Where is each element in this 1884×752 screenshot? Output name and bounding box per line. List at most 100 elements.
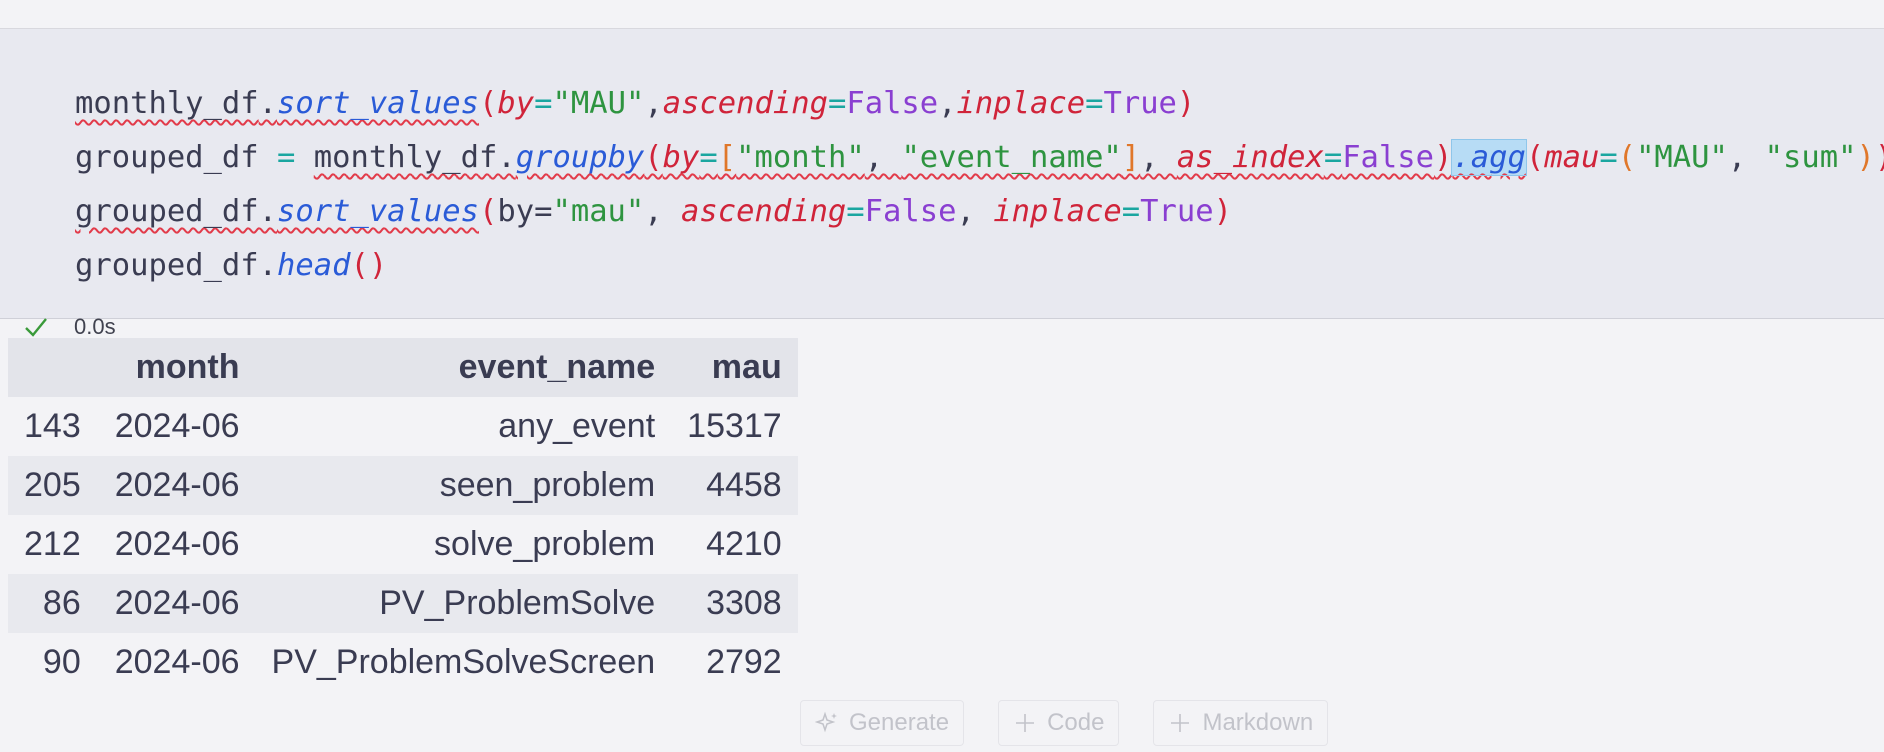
dataframe-table: month event_name mau 143 2024-06 any_eve…	[8, 338, 798, 692]
code-token: sort_values	[277, 194, 479, 229]
code-token: monthly_df	[75, 86, 259, 121]
code-token: ,	[956, 194, 994, 229]
code-token: head	[277, 248, 351, 283]
code-token: .agg	[1451, 139, 1527, 176]
code-token: .	[258, 86, 278, 121]
code-line[interactable]: monthly_df.sort_values(by="MAU",ascendin…	[75, 77, 1884, 131]
code-token: ascending	[681, 194, 847, 229]
code-token: )	[1213, 194, 1232, 229]
code-token: grouped_df.	[75, 194, 277, 229]
code-token: ]	[1121, 140, 1141, 175]
code-token: )	[1875, 140, 1884, 175]
cell-mau: 15317	[687, 407, 782, 445]
code-token: "sum"	[1764, 140, 1857, 175]
code-token: ,	[644, 86, 663, 121]
header-index	[8, 338, 99, 397]
code-token: =	[1323, 140, 1343, 175]
row-index: 86	[8, 574, 99, 633]
cell-month: 2024-06	[114, 407, 240, 445]
code-token: as_index	[1176, 140, 1324, 175]
code-token: )	[1856, 140, 1875, 175]
code-token: ,	[864, 140, 902, 175]
cell-month: 2024-06	[114, 525, 240, 563]
code-token: by	[497, 86, 535, 121]
code-token: True	[1140, 194, 1214, 229]
plus-icon	[1016, 714, 1035, 732]
code-token: groupby	[515, 140, 645, 175]
header-mau: mau	[671, 338, 798, 397]
row-index: 212	[24, 525, 81, 563]
code-line[interactable]: grouped_df = monthly_df.groupby(by=["mon…	[75, 131, 1884, 185]
code-token: (	[1617, 140, 1637, 175]
code-token: )	[1176, 86, 1196, 121]
code-token: ,	[1140, 140, 1177, 175]
code-token: False	[864, 194, 957, 229]
cell-mau: 3308	[671, 574, 798, 633]
code-token: mau	[1544, 140, 1600, 175]
table-header-row: month event_name mau	[8, 338, 798, 397]
cell-mau: 4458	[671, 456, 798, 515]
cell-month: 2024-06	[98, 574, 256, 633]
code-token: =	[1085, 86, 1104, 121]
code-token: =	[534, 86, 553, 121]
code-token: [	[717, 140, 737, 175]
markdown-label: Markdown	[1202, 709, 1314, 736]
check-icon	[25, 318, 47, 337]
cell-mau: 4210	[706, 525, 782, 563]
header-month: month	[98, 338, 256, 397]
code-token: =	[277, 140, 296, 175]
code-token: ,	[1727, 140, 1765, 175]
code-token: grouped_df.	[75, 248, 277, 283]
code-token: monthly_df.	[313, 140, 516, 175]
code-token: =	[699, 140, 718, 175]
code-token: inplace	[956, 86, 1086, 121]
table-row: 205 2024-06 seen_problem 4458	[8, 456, 798, 515]
code-token: )	[1434, 140, 1453, 175]
code-line[interactable]: grouped_df.head()	[75, 239, 1884, 293]
code-token: "MAU"	[1636, 140, 1728, 175]
add-code-button[interactable]: Code	[998, 700, 1120, 746]
cell-output: month event_name mau 143 2024-06 any_eve…	[8, 338, 798, 692]
code-token: "MAU"	[552, 86, 645, 121]
code-token: "month"	[736, 140, 865, 175]
cell-event-name: PV_ProblemSolveScreen	[271, 643, 656, 681]
generate-label: Generate	[849, 709, 950, 736]
code-token: (	[1525, 140, 1545, 175]
code-token: =	[1121, 194, 1141, 229]
generate-button[interactable]: Generate	[800, 700, 965, 746]
row-index: 205	[8, 456, 99, 515]
table-row: 143 2024-06 any_event 15317	[8, 397, 798, 456]
code-token: "mau"	[552, 194, 645, 229]
code-token: =	[827, 86, 847, 121]
cell-event-name: any_event	[498, 407, 656, 445]
cell-month: 2024-06	[114, 643, 240, 681]
code-editor[interactable]: monthly_df.sort_values(by="MAU",ascendin…	[75, 77, 1884, 293]
code-token: =	[846, 194, 865, 229]
row-index: 143	[24, 407, 81, 445]
cell-month: 2024-06	[98, 456, 256, 515]
code-token: ,	[938, 86, 957, 121]
cell-insert-toolbar: Generate Code Markdown	[800, 700, 1329, 746]
code-token: inplace	[993, 194, 1122, 229]
code-token: ascending	[662, 86, 828, 121]
cell-mau: 2792	[706, 643, 782, 681]
code-token: =	[1599, 140, 1618, 175]
code-token: by=	[497, 194, 553, 229]
table-row: 212 2024-06 solve_problem 4210	[8, 515, 798, 574]
code-token: True	[1103, 86, 1177, 121]
code-label: Code	[1047, 709, 1105, 736]
code-token: (	[644, 140, 663, 175]
add-markdown-button[interactable]: Markdown	[1153, 700, 1329, 746]
cell-event-name: solve_problem	[434, 525, 656, 563]
row-index: 90	[42, 643, 81, 681]
code-line[interactable]: grouped_df.sort_values(by="mau", ascendi…	[75, 185, 1884, 239]
code-cell[interactable]: monthly_df.sort_values(by="MAU",ascendin…	[0, 29, 1884, 339]
cell-event-name: seen_problem	[255, 456, 672, 515]
plus-icon	[1171, 714, 1190, 732]
code-token: grouped_df	[75, 140, 277, 175]
cell-event-name: PV_ProblemSolve	[255, 574, 672, 633]
execution-time: 0.0s	[74, 314, 116, 339]
header-event-name: event_name	[255, 338, 672, 397]
code-token: ()	[350, 248, 388, 283]
